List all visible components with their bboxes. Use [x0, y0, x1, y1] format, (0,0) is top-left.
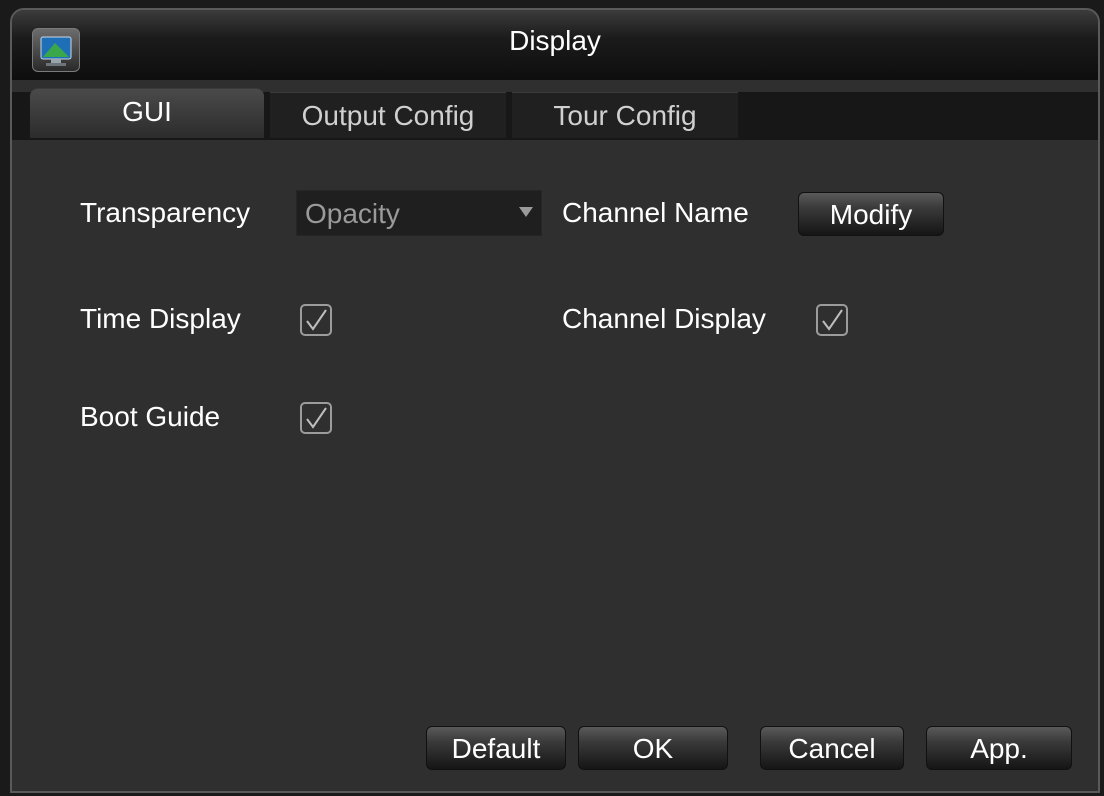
time-display-label: Time Display	[80, 303, 241, 334]
transparency-select[interactable]: Opacity	[296, 190, 542, 236]
tab-tour-config[interactable]: Tour Config	[512, 92, 738, 138]
apply-button[interactable]: App.	[926, 726, 1072, 770]
dialog-title: Display	[509, 25, 601, 56]
cancel-button[interactable]: Cancel	[760, 726, 904, 770]
checkmark-icon	[306, 407, 327, 429]
ok-button[interactable]: OK	[578, 726, 728, 770]
chevron-down-icon	[519, 207, 533, 217]
title-bar[interactable]: Display	[12, 10, 1098, 80]
tab-output-config[interactable]: Output Config	[270, 92, 506, 138]
transparency-label: Transparency	[80, 197, 251, 228]
channel-display-checkbox[interactable]	[816, 304, 848, 336]
transparency-value: Opacity	[305, 198, 400, 229]
boot-guide-label: Boot Guide	[80, 401, 221, 432]
channel-display-label: Channel Display	[562, 303, 766, 334]
tab-gui[interactable]: GUI	[30, 88, 264, 138]
time-display-checkbox[interactable]	[300, 304, 332, 336]
checkmark-icon	[822, 309, 843, 331]
boot-guide-checkbox[interactable]	[300, 402, 332, 434]
checkmark-icon	[306, 309, 327, 331]
modify-button[interactable]: Modify	[798, 192, 944, 236]
display-dialog: Display GUI Output Config Tour Config Tr…	[10, 8, 1100, 793]
default-button[interactable]: Default	[426, 726, 566, 770]
channel-name-label: Channel Name	[562, 197, 749, 228]
tab-bar: GUI Output Config Tour Config	[30, 88, 738, 140]
